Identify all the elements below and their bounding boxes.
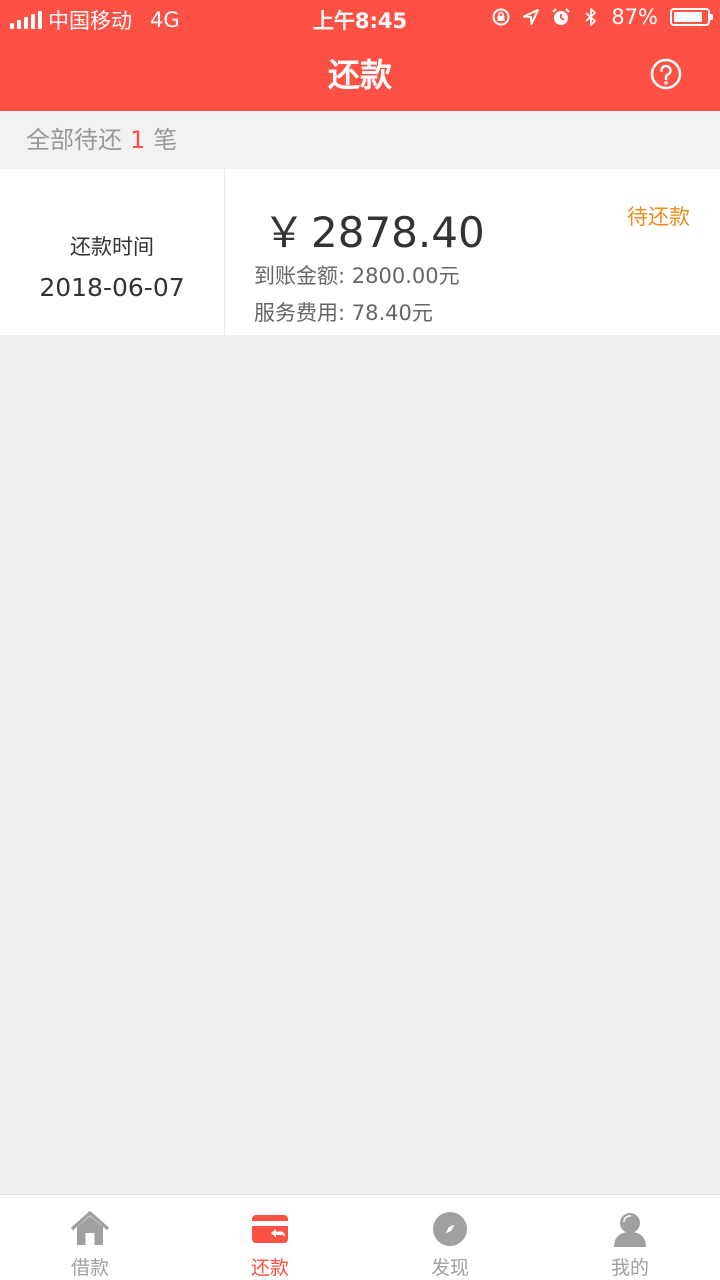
tab-discover[interactable]: 发现	[360, 1195, 540, 1280]
repayment-item[interactable]: 还款时间 2018-06-07 ￥ 2878.40 到账金额: 2800.00元 …	[0, 169, 720, 335]
tab-borrow[interactable]: 借款	[0, 1195, 180, 1280]
status-bar: 中国移动 4G 上午8:45 87%	[0, 0, 720, 36]
repayment-date-section: 还款时间 2018-06-07	[0, 169, 225, 335]
service-fee: 服务费用: 78.40元	[254, 301, 433, 325]
currency-symbol: ￥	[263, 208, 306, 257]
page-title: 还款	[327, 56, 392, 94]
tab-label: 我的	[610, 1257, 649, 1279]
tab-label: 还款	[250, 1257, 289, 1279]
status-badge: 待还款	[627, 205, 690, 229]
header: 中国移动 4G 上午8:45 87% 还款	[0, 0, 720, 111]
repay-card-icon	[252, 1215, 288, 1243]
tab-label: 借款	[70, 1257, 109, 1279]
repayment-date: 2018-06-07	[39, 273, 185, 302]
repayment-amount: ￥ 2878.40	[263, 199, 485, 260]
user-icon	[614, 1213, 646, 1247]
alarm-icon	[552, 8, 571, 25]
tab-label: 发现	[430, 1257, 469, 1279]
help-icon[interactable]	[650, 58, 682, 90]
status-bar-right: 87%	[491, 5, 713, 29]
battery-percent: 87%	[611, 5, 658, 29]
repayment-time-label: 还款时间	[70, 235, 154, 259]
repayment-amount-section: ￥ 2878.40 到账金额: 2800.00元 服务费用: 78.40元 待还款	[225, 169, 720, 335]
tab-bar: 借款 还款 发现 我的	[0, 1194, 720, 1280]
amount-value: 2878.40	[311, 208, 485, 257]
pending-count: 1	[130, 126, 146, 154]
location-icon	[523, 9, 540, 25]
battery-fill	[674, 12, 702, 22]
summary-prefix: 全部待还	[26, 126, 122, 154]
bluetooth-icon	[585, 8, 597, 26]
battery-icon	[670, 8, 713, 26]
received-amount: 到账金额: 2800.00元	[254, 264, 460, 288]
rotation-lock-icon	[492, 8, 510, 26]
pending-summary: 全部待还 1 笔	[0, 111, 720, 169]
compass-icon	[433, 1212, 467, 1246]
tab-repay[interactable]: 还款	[180, 1195, 360, 1280]
home-icon	[70, 1211, 110, 1245]
summary-suffix: 笔	[153, 126, 178, 154]
tab-profile[interactable]: 我的	[540, 1195, 720, 1280]
